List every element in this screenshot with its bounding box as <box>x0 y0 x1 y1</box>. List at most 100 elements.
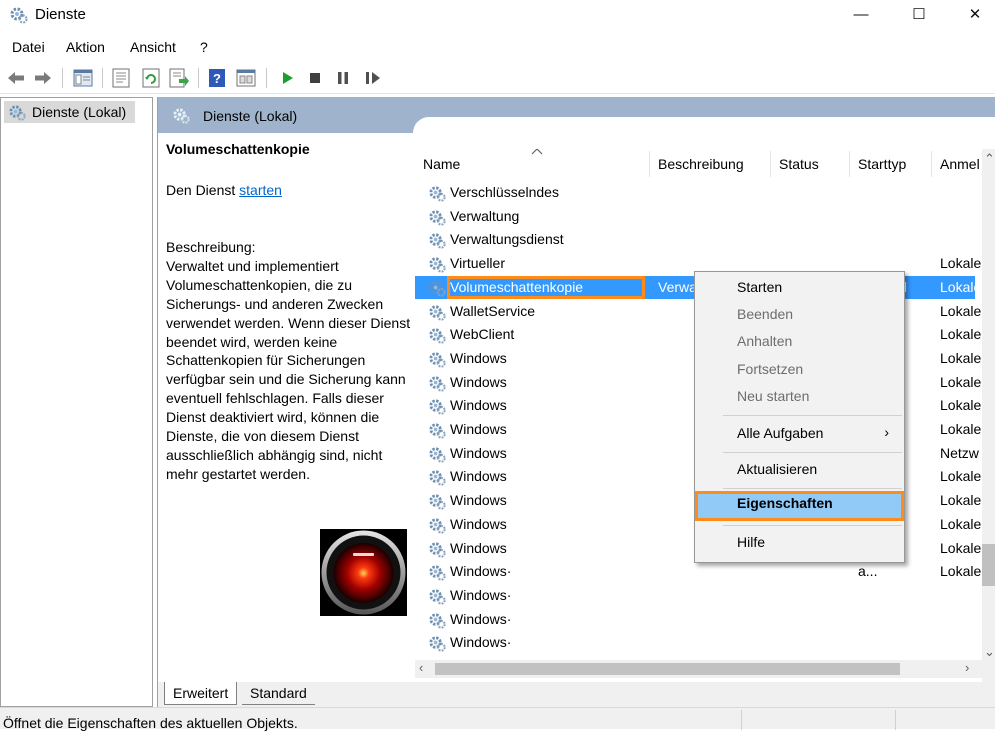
sort-ascending-icon <box>531 149 543 155</box>
cell-logon: Lokale <box>940 278 982 295</box>
service-gear-icon <box>429 399 446 415</box>
stop-service-icon[interactable] <box>304 67 326 89</box>
menu-file[interactable]: Datei <box>12 39 45 55</box>
menu-item-resume[interactable]: Fortsetzen <box>695 357 904 383</box>
cell-logon: Lokale <box>940 373 982 390</box>
menu-item-all-tasks[interactable]: Alle Aufgaben › <box>695 421 904 447</box>
selected-service-name: Volumeschattenkopie <box>166 141 310 157</box>
console-window-icon[interactable] <box>235 67 257 89</box>
menu-item-pause[interactable]: Anhalten <box>695 329 904 355</box>
service-gear-icon <box>429 186 446 202</box>
service-gear-icon <box>429 304 446 321</box>
console-tree: Dienste (Lokal) <box>0 97 153 707</box>
service-gear-icon <box>429 589 446 605</box>
cell-name: Windows· <box>450 610 512 627</box>
column-header-starttype-label: Starttyp <box>858 156 907 172</box>
back-icon[interactable] <box>5 67 27 89</box>
menu-help[interactable]: ? <box>200 39 208 55</box>
column-header-description-label: Beschreibung <box>658 156 744 172</box>
table-row[interactable]: Windows· a... Lokale <box>415 560 981 584</box>
pause-service-icon[interactable] <box>332 67 354 89</box>
minimize-button[interactable]: — <box>838 0 884 30</box>
tab-extended[interactable]: Erweitert <box>164 682 238 705</box>
window-title: Dienste <box>35 6 86 23</box>
menu-view[interactable]: Ansicht <box>130 39 176 55</box>
forward-icon[interactable] <box>32 67 54 89</box>
restart-service-icon[interactable] <box>362 67 384 89</box>
cell-name: Windows· <box>450 634 512 651</box>
cell-name: Windows <box>450 421 507 437</box>
cell-logon: Lokale <box>940 468 982 485</box>
service-gear-icon <box>429 636 446 652</box>
horizontal-scrollbar[interactable]: ‹ › <box>415 660 982 678</box>
menu-item-start[interactable]: Starten <box>695 275 904 301</box>
service-gear-icon <box>429 494 446 510</box>
view-tabs: Erweitert Standard <box>158 682 995 707</box>
menu-item-help[interactable]: Hilfe <box>695 530 904 556</box>
horizontal-scroll-thumb[interactable] <box>435 663 900 675</box>
column-header-name[interactable]: Name <box>415 149 650 181</box>
column-header-starttype[interactable]: Starttyp <box>850 149 932 181</box>
export-list-icon[interactable] <box>168 67 190 89</box>
scroll-up-icon[interactable]: ⌃ <box>984 151 995 167</box>
cell-logon: Lokale <box>940 397 982 414</box>
cell-name: Volumeschattenkopie <box>450 278 584 295</box>
table-row[interactable]: Windows· <box>415 631 975 655</box>
menu-item-properties[interactable]: Eigenschaften <box>695 491 904 521</box>
scroll-left-icon[interactable]: ‹ <box>419 660 423 675</box>
close-button[interactable]: ✕ <box>952 0 995 30</box>
cell-name: Windows <box>450 444 507 461</box>
service-description-text: Beschreibung: Verwaltet und implementier… <box>166 239 411 482</box>
maximize-button[interactable]: ☐ <box>896 0 942 30</box>
menu-action[interactable]: Aktion <box>66 39 105 55</box>
scroll-right-icon[interactable]: › <box>965 660 969 675</box>
menu-item-restart[interactable]: Neu starten <box>695 384 904 410</box>
start-prefix-text: Den Dienst <box>166 182 240 198</box>
pane-header-title: Dienste (Lokal) <box>203 108 298 124</box>
column-header-status[interactable]: Status <box>771 149 850 181</box>
cell-name: Windows <box>450 515 507 532</box>
service-gear-icon <box>429 257 446 273</box>
tab-standard[interactable]: Standard <box>242 682 315 705</box>
start-service-icon[interactable] <box>276 67 298 89</box>
menu-item-resume-label: Fortsetzen <box>737 361 804 377</box>
table-row[interactable]: Windows· <box>415 584 975 608</box>
scroll-down-icon[interactable]: ⌄ <box>984 644 995 660</box>
cell-logon: Lokale <box>940 255 982 272</box>
service-gear-icon <box>429 612 446 629</box>
cell-logon: Lokale <box>940 302 982 319</box>
menu-item-refresh-label: Aktualisieren <box>737 461 818 477</box>
menu-item-stop[interactable]: Beenden <box>695 302 904 328</box>
table-row[interactable]: Verschlüsselndes <box>415 181 975 205</box>
menu-item-properties-label: Eigenschaften <box>737 495 833 511</box>
menu-item-start-label: Starten <box>737 279 783 295</box>
services-gear-icon <box>10 7 28 24</box>
table-row[interactable]: Windows· <box>415 608 975 632</box>
table-row[interactable]: Verwaltung <box>415 205 975 229</box>
start-service-line: Den Dienst starten <box>166 182 282 198</box>
cell-logon: Lokale <box>940 515 982 532</box>
cell-name: Windows <box>450 397 507 414</box>
context-menu: Starten Beenden Anhalten Fortsetzen Neu … <box>694 271 905 563</box>
cell-logon: Lokale <box>940 492 982 509</box>
table-row[interactable]: Verwaltungsdienst <box>415 228 975 252</box>
vertical-scroll-thumb[interactable] <box>982 544 995 586</box>
properties-sheet-icon[interactable] <box>110 67 132 89</box>
cell-logon: Netzw <box>940 444 979 461</box>
hal-eye-image <box>320 529 407 616</box>
vertical-scrollbar[interactable]: ⌃ ⌄ <box>982 149 995 682</box>
menu-item-refresh[interactable]: Aktualisieren <box>695 457 904 483</box>
refresh-icon[interactable] <box>140 67 162 89</box>
show-hide-console-tree-icon[interactable] <box>72 67 94 89</box>
help-icon[interactable]: ? <box>206 67 228 89</box>
service-gear-icon <box>429 541 446 558</box>
service-gear-icon <box>429 518 446 534</box>
column-header-description[interactable]: Beschreibung <box>650 149 771 181</box>
column-header-status-label: Status <box>779 156 819 172</box>
service-gear-icon <box>429 447 446 463</box>
tree-node-services-local[interactable]: Dienste (Lokal) <box>4 101 135 123</box>
start-service-link[interactable]: starten <box>239 182 282 198</box>
cell-name: Verwaltungsdienst <box>450 231 564 248</box>
service-gear-icon <box>429 210 446 226</box>
cell-starttype: a... <box>858 563 878 580</box>
